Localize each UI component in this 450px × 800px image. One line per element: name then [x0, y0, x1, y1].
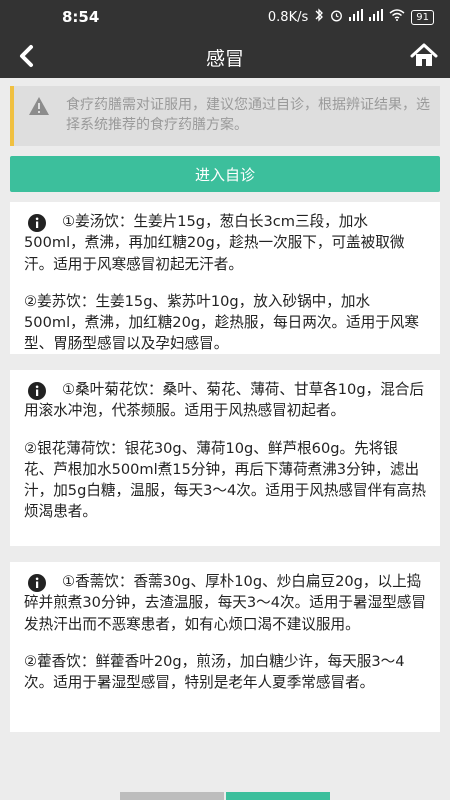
signal-icon-2 [369, 9, 384, 25]
nav-bar: 感冒 [0, 34, 450, 78]
recipe-text: ①香薷饮：香薷30g、厚朴10g、炒白扁豆20g，以上捣碎并煎煮30分钟，去渣温… [24, 573, 426, 633]
alarm-icon [330, 9, 343, 26]
status-time: 8:54 [62, 8, 100, 26]
battery-icon: 91 [411, 9, 434, 25]
recipe-text: ②姜苏饮：生姜15g、紫苏叶10g，放入砂锅中，加水500ml，煮沸，加红糖20… [24, 292, 420, 353]
recipe-card-1: ①姜汤饮：生姜片15g，葱白长3cm三段，加水500ml，煮沸，再加红糖20g，… [10, 202, 440, 354]
warning-icon [28, 96, 50, 116]
recipe-card-2: ①桑叶菊花饮：桑叶、菊花、薄荷、甘草各10g，混合后用滚水冲泡，代茶频服。适用于… [10, 370, 440, 546]
bottom-tab-right[interactable] [226, 792, 330, 800]
bottom-tab-left[interactable] [120, 792, 224, 800]
status-indicators: 0.8K/s 91 [268, 8, 434, 26]
network-speed: 0.8K/s [267, 9, 309, 25]
recipe-card-3: ①香薷饮：香薷30g、厚朴10g、炒白扁豆20g，以上捣碎并煎煮30分钟，去渣温… [10, 562, 440, 732]
wifi-icon [389, 9, 405, 25]
page-title: 感冒 [205, 48, 244, 70]
info-icon [28, 574, 46, 592]
recipe-text: ①姜汤饮：生姜片15g，葱白长3cm三段，加水500ml，煮沸，再加红糖20g，… [24, 213, 405, 273]
info-icon [28, 214, 46, 232]
bluetooth-icon [314, 8, 324, 26]
info-icon [28, 382, 46, 400]
recipe-text: ②藿香饮：鲜藿香叶20g，煎汤，加白糖少许，每天服3～4次。适用于暑湿型感冒，特… [24, 652, 405, 692]
enter-self-diagnosis-button[interactable]: 进入自诊 [10, 156, 440, 192]
recipe-text: ①桑叶菊花饮：桑叶、菊花、薄荷、甘草各10g，混合后用滚水冲泡，代茶频服。适用于… [24, 381, 424, 420]
notice-text: 食疗药膳需对证服用，建议您通过自诊，根据辨证结果，选择系统推荐的食疗药膳方案。 [66, 97, 430, 133]
signal-icon [349, 9, 364, 25]
status-bar: 8:54 0.8K/s 91 [0, 0, 450, 34]
recipe-text: ②银花薄荷饮：银花30g、薄荷10g、鲜芦根60g。先将银花、芦根加水500ml… [24, 439, 426, 521]
advice-notice: 食疗药膳需对证服用，建议您通过自诊，根据辨证结果，选择系统推荐的食疗药膳方案。 [10, 86, 440, 146]
home-icon[interactable] [410, 42, 438, 70]
